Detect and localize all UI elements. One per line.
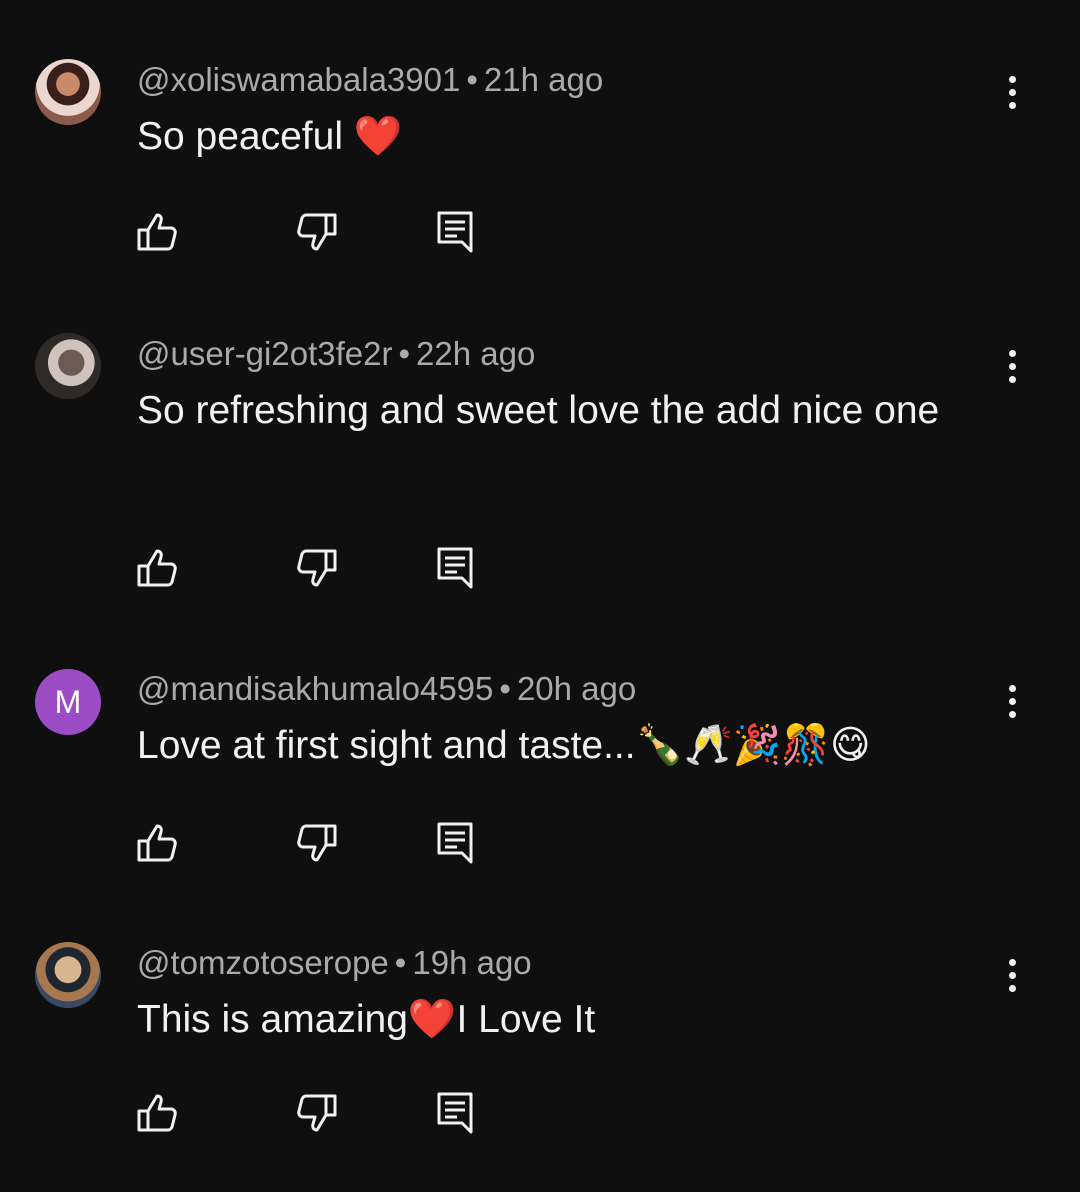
comment-meta: @xoliswamabala3901 • 21h ago <box>137 60 603 100</box>
dislike-button[interactable] <box>293 545 339 591</box>
reply-comment-icon <box>437 1092 473 1134</box>
comment-actions <box>135 1090 495 1136</box>
reply-button[interactable] <box>433 820 479 866</box>
more-vertical-icon[interactable] <box>994 342 1030 390</box>
avatar[interactable] <box>35 942 101 1008</box>
more-vertical-icon[interactable] <box>994 677 1030 725</box>
thumbs-down-icon <box>297 213 337 251</box>
thumbs-up-icon <box>137 549 177 587</box>
comment-meta: @mandisakhumalo4595 • 20h ago <box>137 669 636 709</box>
thumbs-down-icon <box>297 549 337 587</box>
avatar[interactable]: M <box>35 669 101 735</box>
meta-separator: • <box>466 61 478 98</box>
avatar[interactable] <box>35 333 101 399</box>
comment-time[interactable]: 20h ago <box>517 670 636 707</box>
avatar-letter: M <box>54 683 82 720</box>
like-button[interactable] <box>135 545 181 591</box>
comment-text: This is amazing❤️I Love It <box>137 998 596 1041</box>
comment-actions <box>135 209 495 255</box>
comment-meta: @tomzotoserope • 19h ago <box>137 943 532 983</box>
more-vertical-icon[interactable] <box>994 68 1030 116</box>
dislike-button[interactable] <box>293 209 339 255</box>
comment-time[interactable]: 19h ago <box>412 944 531 981</box>
comment-meta: @user-gi2ot3fe2r • 22h ago <box>137 334 535 374</box>
comment-actions <box>135 545 495 591</box>
meta-separator: • <box>499 670 511 707</box>
thumbs-up-icon <box>137 213 177 251</box>
reply-button[interactable] <box>433 209 479 255</box>
avatar[interactable] <box>35 59 101 125</box>
dislike-button[interactable] <box>293 820 339 866</box>
dislike-button[interactable] <box>293 1090 339 1136</box>
reply-comment-icon <box>437 211 473 253</box>
comment-author[interactable]: @user-gi2ot3fe2r <box>137 335 392 372</box>
thumbs-down-icon <box>297 824 337 862</box>
comment-actions <box>135 820 495 866</box>
meta-separator: • <box>398 335 411 372</box>
comment-time[interactable]: 21h ago <box>484 61 603 98</box>
reply-comment-icon <box>437 822 473 864</box>
thumbs-down-icon <box>297 1094 337 1132</box>
more-vertical-icon[interactable] <box>994 951 1030 999</box>
comment-text: So peaceful ❤️ <box>137 115 403 158</box>
comment-author[interactable]: @xoliswamabala3901 <box>137 61 460 98</box>
reply-comment-icon <box>437 547 473 589</box>
comment-text: Love at first sight and taste...🍾🥂🎉🎊😋 <box>137 724 871 767</box>
comment-text: So refreshing and sweet love the add nic… <box>137 389 940 432</box>
like-button[interactable] <box>135 209 181 255</box>
reply-button[interactable] <box>433 545 479 591</box>
like-button[interactable] <box>135 820 181 866</box>
comment-time[interactable]: 22h ago <box>416 335 535 372</box>
comment-author[interactable]: @tomzotoserope <box>137 944 389 981</box>
reply-button[interactable] <box>433 1090 479 1136</box>
meta-separator: • <box>394 944 407 981</box>
thumbs-up-icon <box>137 1094 177 1132</box>
like-button[interactable] <box>135 1090 181 1136</box>
comment-author[interactable]: @mandisakhumalo4595 <box>137 670 493 707</box>
thumbs-up-icon <box>137 824 177 862</box>
